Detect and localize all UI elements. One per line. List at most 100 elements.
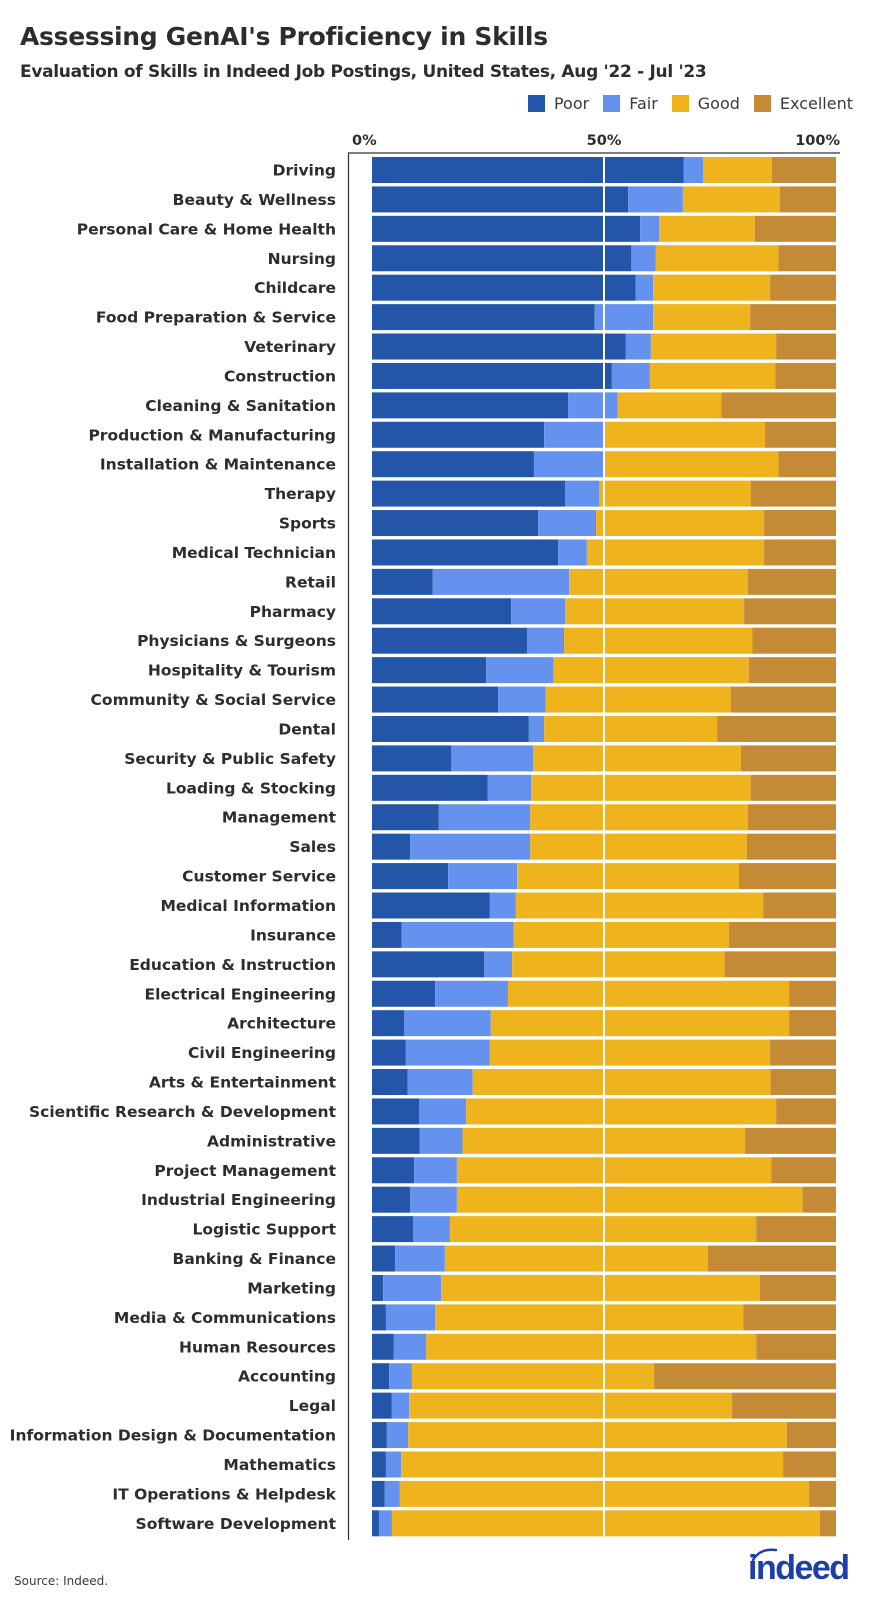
bar-segment-fair-medical-information: [489, 892, 516, 919]
bar-segment-poor-installation-and-maintenance: [372, 451, 534, 478]
bar-segment-excellent-sales: [746, 833, 836, 860]
bar-segment-poor-mathematics: [372, 1451, 386, 1478]
bar-segment-fair-production-and-manufacturing: [544, 421, 604, 448]
bar-segment-poor-sales: [372, 833, 411, 860]
bar-segment-fair-sports: [538, 510, 597, 537]
bar-segment-fair-insurance: [401, 921, 514, 948]
bar-segment-excellent-scientific-research-and-development: [776, 1098, 836, 1125]
category-label-childcare: Childcare: [254, 279, 336, 297]
bar-segment-poor-medical-technician: [372, 539, 559, 566]
bar-segment-poor-driving: [372, 157, 684, 183]
bar-segment-fair-security-and-public-safety: [451, 745, 534, 772]
category-label-industrial-engineering: Industrial Engineering: [141, 1191, 336, 1209]
bar-segment-good-civil-engineering: [489, 1039, 771, 1066]
bar-segment-excellent-construction: [775, 362, 836, 389]
bar-segment-excellent-electrical-engineering: [789, 980, 836, 1007]
bar-segment-excellent-therapy: [750, 480, 836, 507]
bar-segment-excellent-physicians-and-surgeons: [752, 627, 836, 654]
category-label-veterinary: Veterinary: [244, 338, 336, 356]
bar-segment-good-management: [530, 804, 748, 831]
bar-segment-excellent-security-and-public-safety: [740, 745, 836, 772]
bar-segment-poor-customer-service: [372, 863, 449, 890]
bar-segment-good-cleaning-and-sanitation: [617, 392, 722, 419]
bar-segment-poor-sports: [372, 510, 539, 537]
bar-segment-good-personal-care-and-home-health: [659, 215, 755, 242]
bar-segment-fair-installation-and-maintenance: [533, 451, 604, 478]
bar-segment-good-childcare: [653, 274, 771, 301]
category-label-sports: Sports: [279, 515, 336, 533]
category-label-scientific-research-and-development: Scientific Research & Development: [29, 1103, 337, 1121]
bar-segment-poor-food-preparation-and-service: [372, 304, 595, 331]
category-label-management: Management: [222, 809, 337, 827]
category-label-human-resources: Human Resources: [179, 1338, 336, 1356]
bar-segment-excellent-logistic-support: [756, 1216, 836, 1243]
bar-segment-good-industrial-engineering: [456, 1186, 803, 1213]
bar-segment-good-medical-technician: [586, 539, 765, 566]
bar-segment-excellent-architecture: [789, 1010, 836, 1037]
bar-segment-poor-arts-and-entertainment: [372, 1069, 408, 1096]
bar-segment-poor-childcare: [372, 274, 636, 301]
bar-segment-fair-human-resources: [393, 1333, 427, 1360]
bar-segment-excellent-dental: [717, 715, 836, 742]
category-label-beauty-and-wellness: Beauty & Wellness: [173, 191, 336, 209]
category-label-loading-and-stocking: Loading & Stocking: [166, 779, 336, 797]
category-label-logistic-support: Logistic Support: [192, 1221, 336, 1239]
bar-segment-excellent-medical-information: [763, 892, 836, 919]
bar-segment-excellent-arts-and-entertainment: [770, 1069, 836, 1096]
bar-segment-poor-banking-and-finance: [372, 1245, 396, 1272]
category-label-project-management: Project Management: [154, 1162, 336, 1180]
bar-segment-excellent-banking-and-finance: [707, 1245, 836, 1272]
bar-segment-poor-beauty-and-wellness: [372, 186, 629, 213]
bar-segment-poor-therapy: [372, 480, 566, 507]
category-label-nursing: Nursing: [268, 250, 336, 268]
bar-segment-excellent-legal: [732, 1392, 836, 1419]
bar-segment-fair-marketing: [383, 1274, 442, 1301]
category-label-physicians-and-surgeons: Physicians & Surgeons: [137, 632, 336, 650]
bar-segment-fair-scientific-research-and-development: [419, 1098, 467, 1125]
bar-segment-excellent-sports: [764, 510, 836, 537]
bar-segment-poor-logistic-support: [372, 1216, 414, 1243]
bar-segment-fair-software-development: [378, 1510, 392, 1537]
bar-segment-good-sports: [596, 510, 765, 537]
category-label-media-and-communications: Media & Communications: [114, 1309, 336, 1327]
bar-segment-excellent-community-and-social-service: [730, 686, 836, 713]
bar-segment-good-insurance: [513, 921, 729, 948]
bar-segment-good-community-and-social-service: [545, 686, 731, 713]
bar-segment-fair-electrical-engineering: [435, 980, 508, 1007]
bar-segment-poor-community-and-social-service: [372, 686, 499, 713]
bar-segment-excellent-beauty-and-wellness: [779, 186, 836, 213]
category-label-arts-and-entertainment: Arts & Entertainment: [149, 1074, 337, 1092]
bar-segment-fair-veterinary: [625, 333, 651, 360]
bar-segment-good-scientific-research-and-development: [466, 1098, 777, 1125]
bar-segment-poor-dental: [372, 715, 529, 742]
category-label-medical-information: Medical Information: [160, 897, 336, 915]
bar-segment-good-beauty-and-wellness: [682, 186, 780, 213]
bar-segment-excellent-human-resources: [756, 1333, 836, 1360]
category-label-security-and-public-safety: Security & Public Safety: [124, 750, 336, 768]
bar-segment-poor-physicians-and-surgeons: [372, 627, 527, 654]
bar-segment-poor-civil-engineering: [372, 1039, 406, 1066]
bar-segment-excellent-childcare: [770, 274, 836, 301]
bar-segment-poor-personal-care-and-home-health: [372, 215, 641, 242]
bar-segment-poor-software-development: [372, 1510, 379, 1537]
stacked-bar-chart: Driving Beauty & Wellness Personal Care & …: [10, 133, 840, 1540]
bar-segment-poor-media-and-communications: [372, 1304, 386, 1331]
bar-segment-excellent-education-and-instruction: [724, 951, 836, 978]
bar-segment-good-human-resources: [426, 1333, 757, 1360]
bar-segment-good-architecture: [490, 1010, 790, 1037]
bar-segment-fair-education-and-instruction: [484, 951, 513, 978]
bar-segment-excellent-medical-technician: [764, 539, 836, 566]
category-label-mathematics: Mathematics: [223, 1456, 336, 1474]
category-label-software-development: Software Development: [136, 1515, 337, 1533]
bar-segment-excellent-marketing: [759, 1274, 836, 1301]
bar-segment-fair-driving: [683, 157, 704, 183]
bar-segment-poor-architecture: [372, 1010, 405, 1037]
bar-segment-good-construction: [649, 362, 776, 389]
bar-segment-fair-loading-and-stocking: [487, 774, 532, 801]
bar-segment-poor-electrical-engineering: [372, 980, 436, 1007]
bar-segment-good-hospitality-and-tourism: [553, 657, 749, 684]
bar-segment-fair-mathematics: [385, 1451, 402, 1478]
bar-segment-good-loading-and-stocking: [531, 774, 751, 801]
category-label-customer-service: Customer Service: [182, 868, 336, 886]
bar-segment-poor-accounting: [372, 1363, 390, 1390]
